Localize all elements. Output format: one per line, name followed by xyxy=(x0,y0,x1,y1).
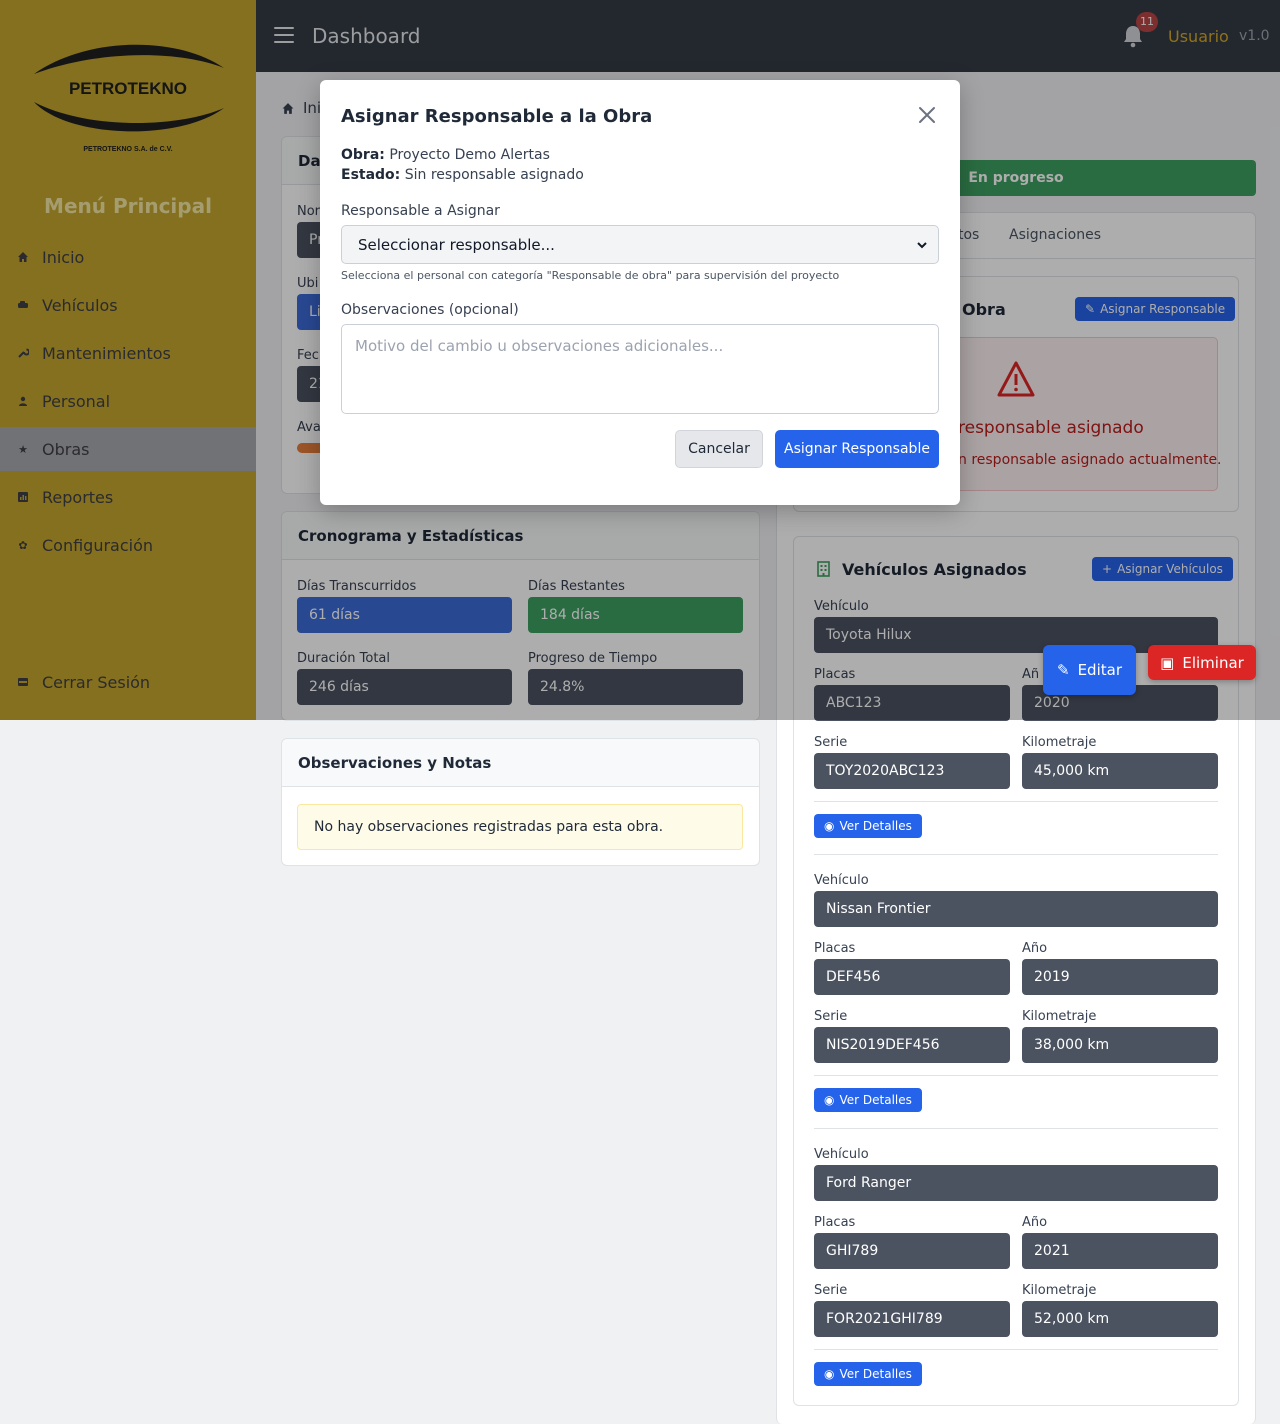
placas-field: GHI789 xyxy=(814,1233,1010,1269)
responsable-select-value: Seleccionar responsable... xyxy=(358,235,555,254)
kilometraje-label: Kilometraje xyxy=(1022,735,1097,750)
assign-responsable-submit-button[interactable]: Asignar Responsable xyxy=(775,430,939,468)
close-icon[interactable] xyxy=(916,104,938,126)
eye-icon: ◉ xyxy=(824,819,835,833)
placas-label: Placas xyxy=(814,1215,856,1230)
vehicle-divider xyxy=(814,1075,1218,1076)
ver-detalles-button[interactable]: ◉ Ver Detalles xyxy=(814,1362,922,1386)
vehiculo-field: Nissan Frontier xyxy=(814,891,1218,927)
ver-detalles-label: Ver Detalles xyxy=(839,1367,912,1381)
vehicle-divider xyxy=(814,1349,1218,1350)
serie-label: Serie xyxy=(814,735,848,750)
chevron-down-icon xyxy=(917,242,927,249)
eye-icon: ◉ xyxy=(824,1093,835,1107)
serie-label: Serie xyxy=(814,1283,848,1298)
vehicle-divider xyxy=(814,854,1218,855)
placas-label: Placas xyxy=(814,941,856,956)
vehiculo-label: Vehículo xyxy=(814,1147,869,1162)
eye-icon: ◉ xyxy=(824,1367,835,1381)
assign-responsable-modal: Asignar Responsable a la Obra Obra: Proy… xyxy=(320,80,960,505)
ver-detalles-button[interactable]: ◉ Ver Detalles xyxy=(814,1088,922,1112)
anio-label: Año xyxy=(1022,941,1048,956)
obra-value: Proyecto Demo Alertas xyxy=(389,147,550,163)
responsable-select-label: Responsable a Asignar xyxy=(341,203,500,219)
vehicle-divider xyxy=(814,1128,1218,1129)
kilometraje-label: Kilometraje xyxy=(1022,1009,1097,1024)
kilometraje-field: 45,000 km xyxy=(1022,753,1218,789)
ver-detalles-label: Ver Detalles xyxy=(839,819,912,833)
estado-value: Sin responsable asignado xyxy=(404,167,584,183)
delete-label: Eliminar xyxy=(1182,653,1244,672)
serie-field: TOY2020ABC123 xyxy=(814,753,1010,789)
anio-field: 2019 xyxy=(1022,959,1218,995)
kilometraje-field: 38,000 km xyxy=(1022,1027,1218,1063)
edit-label: Editar xyxy=(1077,661,1122,679)
serie-field: NIS2019DEF456 xyxy=(814,1027,1010,1063)
anio-field: 2021 xyxy=(1022,1233,1218,1269)
ver-detalles-button[interactable]: ◉ Ver Detalles xyxy=(814,814,922,838)
vehiculo-label: Vehículo xyxy=(814,873,869,888)
modal-obra-info: Obra: Proyecto Demo Alertas xyxy=(341,147,550,163)
kilometraje-field: 52,000 km xyxy=(1022,1301,1218,1337)
observaciones-textarea[interactable]: Motivo del cambio u observaciones adicio… xyxy=(341,324,939,414)
cancel-button[interactable]: Cancelar xyxy=(675,430,763,468)
modal-title: Asignar Responsable a la Obra xyxy=(341,106,653,127)
placas-field: DEF456 xyxy=(814,959,1010,995)
observaciones-empty-alert: No hay observaciones registradas para es… xyxy=(297,804,743,850)
modal-estado-info: Estado: Sin responsable asignado xyxy=(341,167,584,183)
serie-label: Serie xyxy=(814,1009,848,1024)
pencil-icon: ✎ xyxy=(1057,661,1070,679)
delete-button[interactable]: ▣ Eliminar xyxy=(1148,645,1256,680)
kilometraje-label: Kilometraje xyxy=(1022,1283,1097,1298)
ver-detalles-label: Ver Detalles xyxy=(839,1093,912,1107)
edit-button[interactable]: ✎ Editar xyxy=(1043,645,1136,695)
serie-field: FOR2021GHI789 xyxy=(814,1301,1010,1337)
vehicle-divider xyxy=(814,801,1218,802)
anio-label: Año xyxy=(1022,1215,1048,1230)
estado-label: Estado: xyxy=(341,167,401,183)
trash-icon: ▣ xyxy=(1160,653,1175,672)
vehiculo-field: Ford Ranger xyxy=(814,1165,1218,1201)
responsable-select-hint: Selecciona el personal con categoría "Re… xyxy=(341,269,840,282)
observaciones-label: Observaciones (opcional) xyxy=(341,302,519,318)
obra-label: Obra: xyxy=(341,147,385,163)
observaciones-card-header: Observaciones y Notas xyxy=(282,739,759,787)
responsable-select[interactable]: Seleccionar responsable... xyxy=(341,225,939,264)
